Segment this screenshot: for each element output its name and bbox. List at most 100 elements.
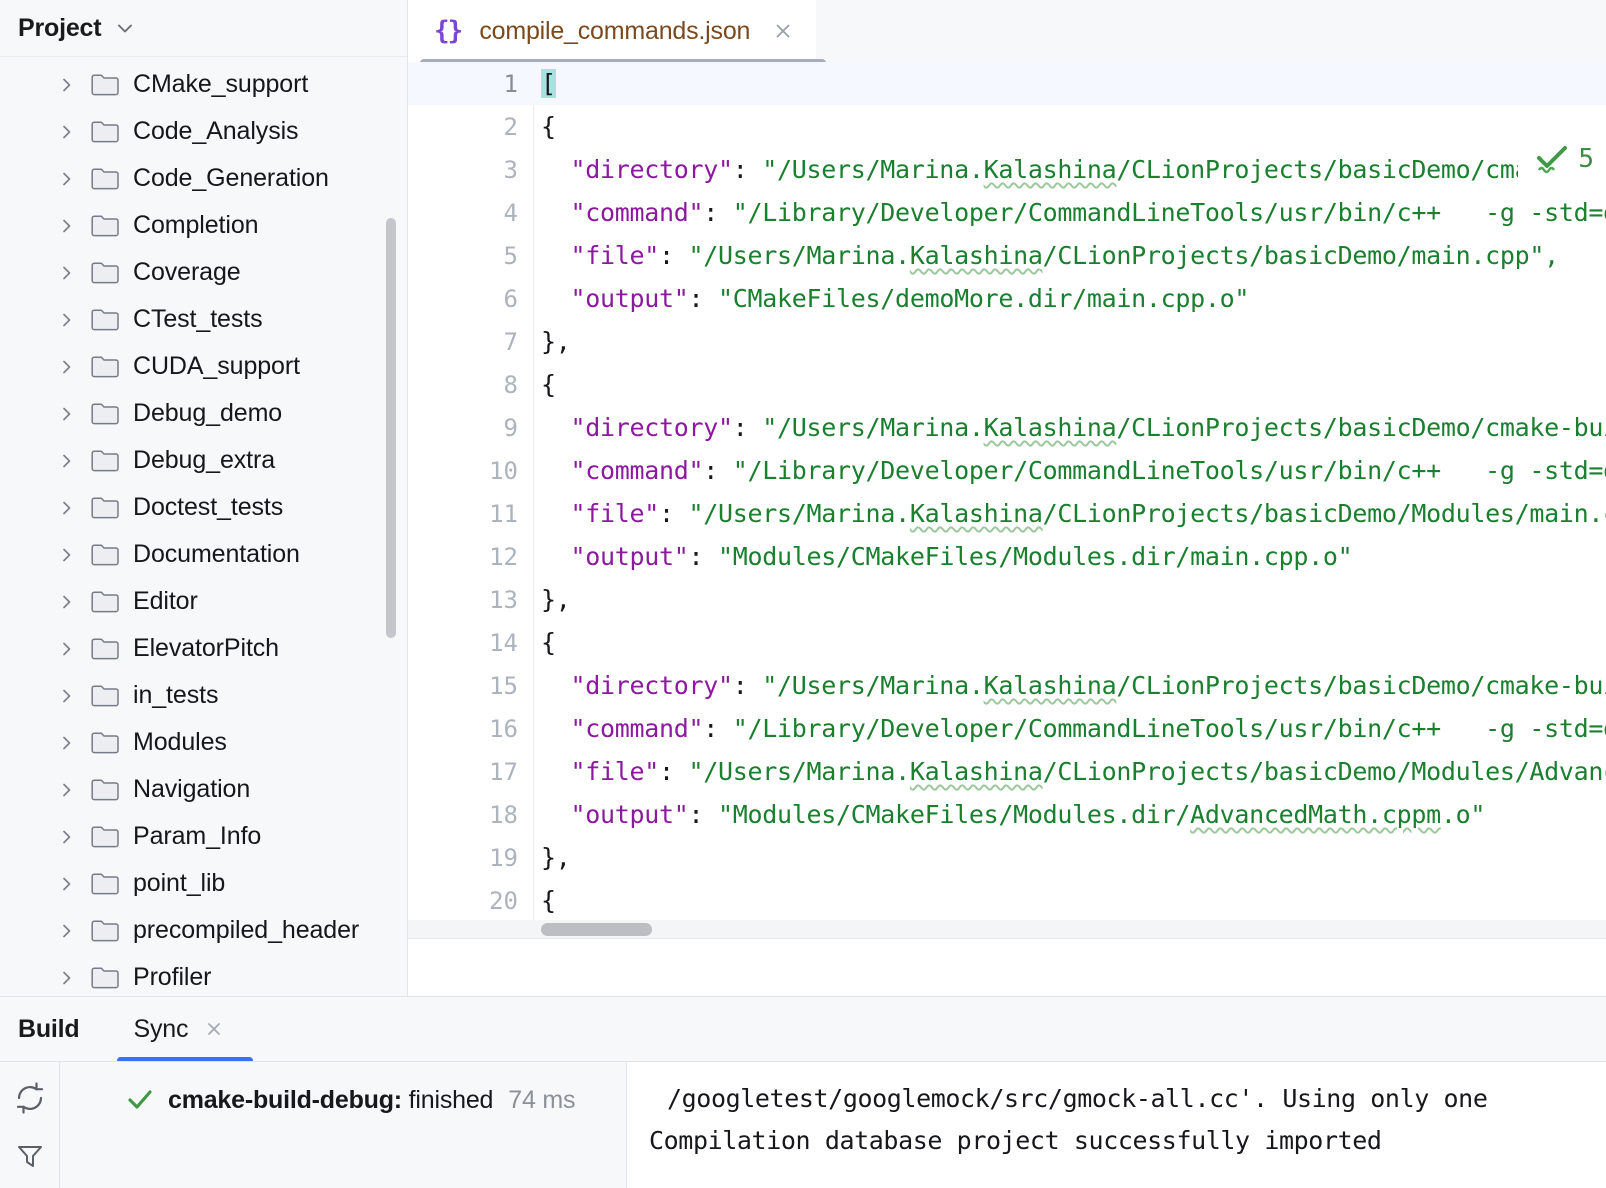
project-panel-header[interactable]: Project — [0, 0, 407, 57]
folder-icon — [90, 636, 120, 662]
chevron-right-icon[interactable] — [58, 640, 80, 658]
code-line[interactable]: 17 "file": "/Users/Marina.Kalashina/CLio… — [408, 750, 1606, 793]
green-check-icon — [1536, 144, 1570, 174]
code-line[interactable]: 15 "directory": "/Users/Marina.Kalashina… — [408, 664, 1606, 707]
sidebar-item-param_info[interactable]: Param_Info — [0, 813, 407, 860]
sidebar-item-label: Profiler — [133, 963, 211, 992]
code-line[interactable]: 3 "directory": "/Users/Marina.Kalashina/… — [408, 148, 1606, 191]
code-line[interactable]: 2{ — [408, 105, 1606, 148]
code-line[interactable]: 18 "output": "Modules/CMakeFiles/Modules… — [408, 793, 1606, 836]
code-line[interactable]: 16 "command": "/Library/Developer/Comman… — [408, 707, 1606, 750]
code-line[interactable]: 1[ — [408, 62, 1606, 105]
code-token: "file" — [571, 241, 660, 270]
chevron-right-icon[interactable] — [58, 781, 80, 799]
chevron-right-icon[interactable] — [58, 593, 80, 611]
chevron-right-icon[interactable] — [58, 311, 80, 329]
code-token: }, — [541, 585, 571, 614]
sidebar-item-documentation[interactable]: Documentation — [0, 531, 407, 578]
chevron-right-icon[interactable] — [58, 76, 80, 94]
console-line: Compilation database project successfull… — [627, 1120, 1606, 1162]
code-text: { — [541, 105, 556, 148]
chevron-right-icon[interactable] — [58, 969, 80, 987]
build-result-row[interactable]: cmake-build-debug: finished74 ms — [60, 1080, 626, 1120]
chevron-right-icon[interactable] — [58, 264, 80, 282]
code-line[interactable]: 11 "file": "/Users/Marina.Kalashina/CLio… — [408, 492, 1606, 535]
code-token: AdvancedMath.cppm — [1190, 800, 1441, 829]
chevron-right-icon[interactable] — [58, 452, 80, 470]
code-token: : — [733, 671, 763, 700]
sidebar-item-ctest_tests[interactable]: CTest_tests — [0, 296, 407, 343]
close-icon[interactable] — [204, 1019, 224, 1039]
build-console-output[interactable]: /googletest/googlemock/src/gmock-all.cc'… — [627, 1062, 1606, 1188]
sidebar-item-modules[interactable]: Modules — [0, 719, 407, 766]
chevron-right-icon[interactable] — [58, 358, 80, 376]
code-line[interactable]: 7}, — [408, 320, 1606, 363]
code-line[interactable]: 8{ — [408, 363, 1606, 406]
code-line[interactable]: 13}, — [408, 578, 1606, 621]
code-token: /CLionProjects/basicDemo/Modules/main.cp… — [1043, 499, 1606, 528]
code-line[interactable]: 9 "directory": "/Users/Marina.Kalashina/… — [408, 406, 1606, 449]
editor-horizontal-scrollbar[interactable] — [408, 920, 1606, 938]
code-token: "/Library/Developer/CommandLineTools/usr… — [733, 456, 1606, 485]
sidebar-item-label: Param_Info — [133, 822, 261, 851]
sidebar-item-debug_demo[interactable]: Debug_demo — [0, 390, 407, 437]
code-line[interactable]: 19}, — [408, 836, 1606, 879]
code-line[interactable]: 12 "output": "Modules/CMakeFiles/Modules… — [408, 535, 1606, 578]
sidebar-item-cuda_support[interactable]: CUDA_support — [0, 343, 407, 390]
code-token: : — [659, 757, 689, 786]
sidebar-scrollbar[interactable] — [386, 218, 396, 638]
code-line[interactable]: 14{ — [408, 621, 1606, 664]
chevron-right-icon[interactable] — [58, 405, 80, 423]
sidebar-item-coverage[interactable]: Coverage — [0, 249, 407, 296]
chevron-right-icon[interactable] — [58, 734, 80, 752]
sidebar-item-completion[interactable]: Completion — [0, 202, 407, 249]
chevron-down-icon[interactable] — [114, 17, 136, 39]
code-line[interactable]: 4 "command": "/Library/Developer/Command… — [408, 191, 1606, 234]
editor-area: {} compile_commands.json 1[2{3 "director… — [408, 0, 1606, 996]
build-result-tree[interactable]: cmake-build-debug: finished74 ms — [60, 1062, 627, 1188]
chevron-right-icon[interactable] — [58, 546, 80, 564]
sidebar-item-navigation[interactable]: Navigation — [0, 766, 407, 813]
chevron-right-icon[interactable] — [58, 687, 80, 705]
sidebar-item-in_tests[interactable]: in_tests — [0, 672, 407, 719]
code-line[interactable]: 5 "file": "/Users/Marina.Kalashina/CLion… — [408, 234, 1606, 277]
sidebar-item-cmake_support[interactable]: CMake_support — [0, 61, 407, 108]
tab-compile-commands-json[interactable]: {} compile_commands.json — [408, 0, 816, 62]
sidebar-item-editor[interactable]: Editor — [0, 578, 407, 625]
code-text: "file": "/Users/Marina.Kalashina/CLionPr… — [541, 492, 1606, 535]
sidebar-item-elevatorpitch[interactable]: ElevatorPitch — [0, 625, 407, 672]
scrollbar-thumb[interactable] — [541, 923, 652, 936]
sidebar-item-label: Navigation — [133, 775, 250, 804]
code-token: { — [541, 886, 556, 915]
sidebar-item-precompiled_header[interactable]: precompiled_header — [0, 907, 407, 954]
sidebar-item-code_analysis[interactable]: Code_Analysis — [0, 108, 407, 155]
code-token: Kalashina — [984, 413, 1117, 442]
chevron-right-icon[interactable] — [58, 828, 80, 846]
sidebar-item-point_lib[interactable]: point_lib — [0, 860, 407, 907]
code-token — [541, 241, 571, 270]
inspection-widget[interactable]: 5 — [1518, 132, 1606, 186]
code-line[interactable]: 20{ — [408, 879, 1606, 922]
chevron-right-icon[interactable] — [58, 922, 80, 940]
sidebar-item-label: Completion — [133, 211, 258, 240]
sidebar-item-profiler[interactable]: Profiler — [0, 954, 407, 996]
line-number: 16 — [408, 707, 518, 750]
code-token: "/Users/Marina. — [762, 671, 983, 700]
chevron-right-icon[interactable] — [58, 123, 80, 141]
code-editor[interactable]: 1[2{3 "directory": "/Users/Marina.Kalash… — [408, 62, 1606, 996]
chevron-right-icon[interactable] — [58, 170, 80, 188]
code-line[interactable]: 6 "output": "CMakeFiles/demoMore.dir/mai… — [408, 277, 1606, 320]
sidebar-item-doctest_tests[interactable]: Doctest_tests — [0, 484, 407, 531]
code-line[interactable]: 10 "command": "/Library/Developer/Comman… — [408, 449, 1606, 492]
sidebar-item-label: CTest_tests — [133, 305, 263, 334]
code-text: "directory": "/Users/Marina.Kalashina/CL… — [541, 406, 1606, 449]
sidebar-item-debug_extra[interactable]: Debug_extra — [0, 437, 407, 484]
chevron-right-icon[interactable] — [58, 217, 80, 235]
chevron-right-icon[interactable] — [58, 499, 80, 517]
close-icon[interactable] — [772, 20, 794, 42]
sidebar-item-code_generation[interactable]: Code_Generation — [0, 155, 407, 202]
chevron-right-icon[interactable] — [58, 875, 80, 893]
filter-icon[interactable] — [15, 1141, 45, 1171]
rerun-refresh-icon[interactable] — [11, 1079, 49, 1117]
tab-sync[interactable]: Sync — [134, 997, 225, 1061]
